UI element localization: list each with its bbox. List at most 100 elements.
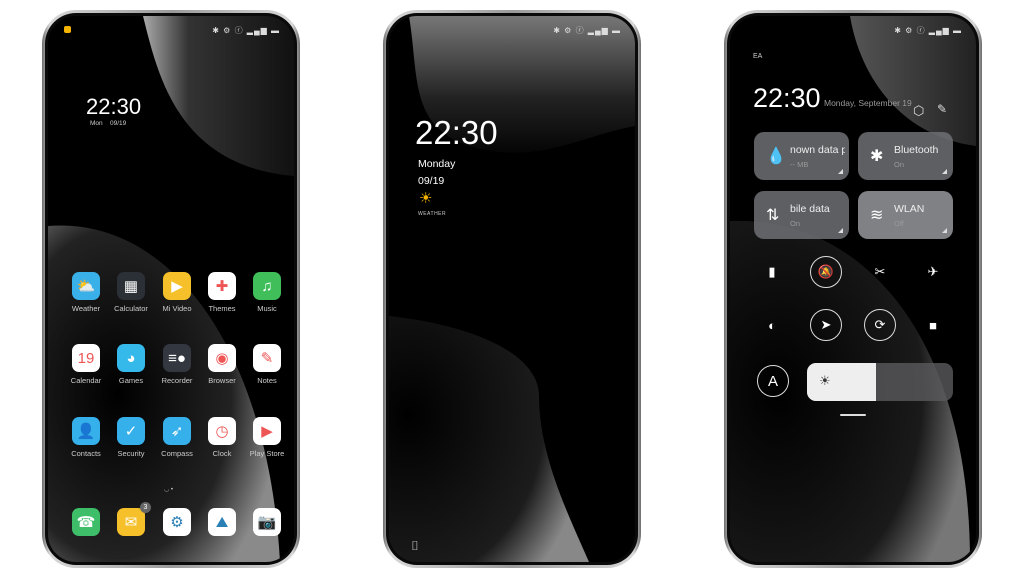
app-label: Notes bbox=[257, 376, 277, 385]
control-date: Monday, September 19 bbox=[824, 98, 912, 108]
app-label: Calculator bbox=[114, 304, 148, 313]
rotation-lock-toggle[interactable]: ⟳ bbox=[864, 309, 896, 341]
mute-toggle[interactable]: 🔕 bbox=[810, 256, 842, 288]
app-label: Calendar bbox=[70, 376, 102, 385]
tile-droplet[interactable]: 💧 nown data pl -- MB bbox=[754, 132, 849, 180]
recorder-icon: ≡● bbox=[163, 344, 191, 372]
tile-mobile-data[interactable]: ⇅ bile data On bbox=[754, 191, 849, 239]
weather-sun-icon[interactable]: ☀ bbox=[419, 189, 432, 207]
app-calculator[interactable]: ▦ Calculator bbox=[109, 272, 153, 313]
weather-icon: ⛅ bbox=[72, 272, 100, 300]
app-label: Recorder bbox=[161, 376, 193, 385]
browser-icon-glyph: ◉ bbox=[215, 350, 229, 367]
dock-phone[interactable]: ☎ bbox=[64, 508, 108, 536]
tile-subtitle: On bbox=[894, 160, 905, 169]
screenshot-toggle[interactable]: ✂ bbox=[864, 256, 896, 288]
settings-icon: ⚙ bbox=[163, 508, 191, 536]
status-bar-icons: ✱ ⚙ ⓡ ▂▄▆ ▬ bbox=[553, 26, 621, 35]
app-recorder[interactable]: ≡● Recorder bbox=[155, 344, 199, 385]
edit-icon[interactable]: ✎ bbox=[937, 102, 947, 116]
games-icon-glyph: ◕ bbox=[126, 349, 136, 367]
browser-icon: ◉ bbox=[208, 344, 236, 372]
dock-camera[interactable]: 📷 bbox=[245, 508, 289, 536]
clock-icon: ◷ bbox=[208, 417, 236, 445]
app-compass[interactable]: ➶ Compass bbox=[155, 417, 199, 458]
wifi-icon: ≋ bbox=[870, 207, 884, 224]
carrier-label: EA bbox=[753, 53, 763, 60]
app-clock[interactable]: ◷ Clock bbox=[200, 417, 244, 458]
status-bar-icons: ✱ ⚙ ⓡ ▂▄▆ ▬ bbox=[212, 26, 280, 35]
pencil-icon: ✎ bbox=[253, 344, 281, 372]
expand-corner-icon[interactable] bbox=[942, 169, 947, 174]
lock-clock: 22:30 bbox=[415, 114, 498, 151]
dark-mode-toggle[interactable]: ◐ bbox=[756, 309, 788, 341]
lock-date: 09/19 bbox=[418, 175, 445, 187]
brightness-slider[interactable]: ☀ bbox=[807, 363, 953, 401]
dock-gallery[interactable]: ⛰ bbox=[200, 508, 244, 536]
drag-handle[interactable] bbox=[840, 414, 866, 416]
app-play-store[interactable]: ▶ Play Store bbox=[245, 417, 289, 458]
play-store-icon: ▶ bbox=[253, 417, 281, 445]
video-record-toggle[interactable]: ■ bbox=[917, 309, 949, 341]
compass-icon-glyph: ➶ bbox=[170, 423, 184, 440]
settings-icon[interactable]: ⬡ bbox=[913, 103, 924, 119]
calculator-icon: ▦ bbox=[117, 272, 145, 300]
app-label: Themes bbox=[208, 304, 236, 313]
tile-title: bile data bbox=[790, 203, 830, 215]
settings-icon-glyph: ⚙ bbox=[170, 514, 184, 531]
tile-wifi[interactable]: ≋ WLAN Off bbox=[858, 191, 953, 239]
app-browser[interactable]: ◉ Browser bbox=[200, 344, 244, 385]
expand-corner-icon[interactable] bbox=[838, 228, 843, 233]
music-icon-glyph: ♫ bbox=[261, 277, 273, 295]
weather-icon-glyph: ⛅ bbox=[76, 278, 96, 295]
play-store-icon-glyph: ▶ bbox=[261, 423, 273, 440]
lock-day: Monday bbox=[418, 158, 456, 170]
page-indicator[interactable]: ◡ • bbox=[164, 486, 173, 493]
games-icon: ◕ bbox=[117, 344, 145, 372]
tile-subtitle: On bbox=[790, 219, 801, 228]
clock-widget[interactable]: 22:30 bbox=[86, 94, 141, 120]
expand-corner-icon[interactable] bbox=[838, 169, 843, 174]
camera-shortcut-icon[interactable]: ⌷ bbox=[411, 538, 419, 554]
app-label: Security bbox=[117, 449, 145, 458]
music-icon: ♫ bbox=[253, 272, 281, 300]
expand-corner-icon[interactable] bbox=[942, 228, 947, 233]
app-label: Play Store bbox=[249, 449, 285, 458]
app-label: Clock bbox=[212, 449, 232, 458]
droplet-icon: 💧 bbox=[766, 148, 786, 165]
control-clock: 22:30 bbox=[753, 83, 821, 113]
app-mi-video[interactable]: ▶ Mi Video bbox=[155, 272, 199, 313]
app-label: Contacts bbox=[71, 449, 101, 458]
brightness-fill bbox=[807, 363, 876, 401]
status-bar-icons: ✱ ⚙ ⓡ ▂▄▆ ▬ bbox=[894, 26, 962, 35]
clock-icon-glyph: ◷ bbox=[215, 423, 229, 440]
mail-icon-glyph: ✉ bbox=[124, 514, 138, 531]
tile-bluetooth[interactable]: ✱ Bluetooth On bbox=[858, 132, 953, 180]
wallpaper bbox=[389, 16, 635, 562]
app-label: Compass bbox=[161, 449, 193, 458]
app-calendar[interactable]: 19 Calendar bbox=[64, 344, 108, 385]
camera-icon: 📷 bbox=[253, 508, 281, 536]
shield-icon: ✓ bbox=[117, 417, 145, 445]
app-music[interactable]: ♫ Music bbox=[245, 272, 289, 313]
app-security[interactable]: ✓ Security bbox=[109, 417, 153, 458]
tile-subtitle: Off bbox=[894, 219, 904, 228]
dock-settings[interactable]: ⚙ bbox=[155, 508, 199, 536]
compass-icon: ➶ bbox=[163, 417, 191, 445]
calendar-icon-glyph: 19 bbox=[77, 349, 95, 367]
location-toggle[interactable]: ➤ bbox=[810, 309, 842, 341]
airplane-mode-toggle[interactable]: ✈ bbox=[917, 256, 949, 288]
app-themes[interactable]: ✚ Themes bbox=[200, 272, 244, 313]
dock-mail[interactable]: ✉ 3 bbox=[109, 502, 153, 536]
tile-title: nown data pl bbox=[790, 144, 845, 156]
recorder-icon-glyph: ≡● bbox=[168, 349, 186, 367]
notification-icon bbox=[64, 26, 71, 33]
app-weather[interactable]: ⛅ Weather bbox=[64, 272, 108, 313]
auto-brightness-button[interactable]: A bbox=[757, 365, 789, 397]
flashlight-toggle[interactable]: ▮ bbox=[756, 256, 788, 288]
calendar-icon: 19 bbox=[72, 344, 100, 372]
contacts-icon: 👤 bbox=[72, 417, 100, 445]
app-notes[interactable]: ✎ Notes bbox=[245, 344, 289, 385]
app-games[interactable]: ◕ Games bbox=[109, 344, 153, 385]
app-contacts[interactable]: 👤 Contacts bbox=[64, 417, 108, 458]
